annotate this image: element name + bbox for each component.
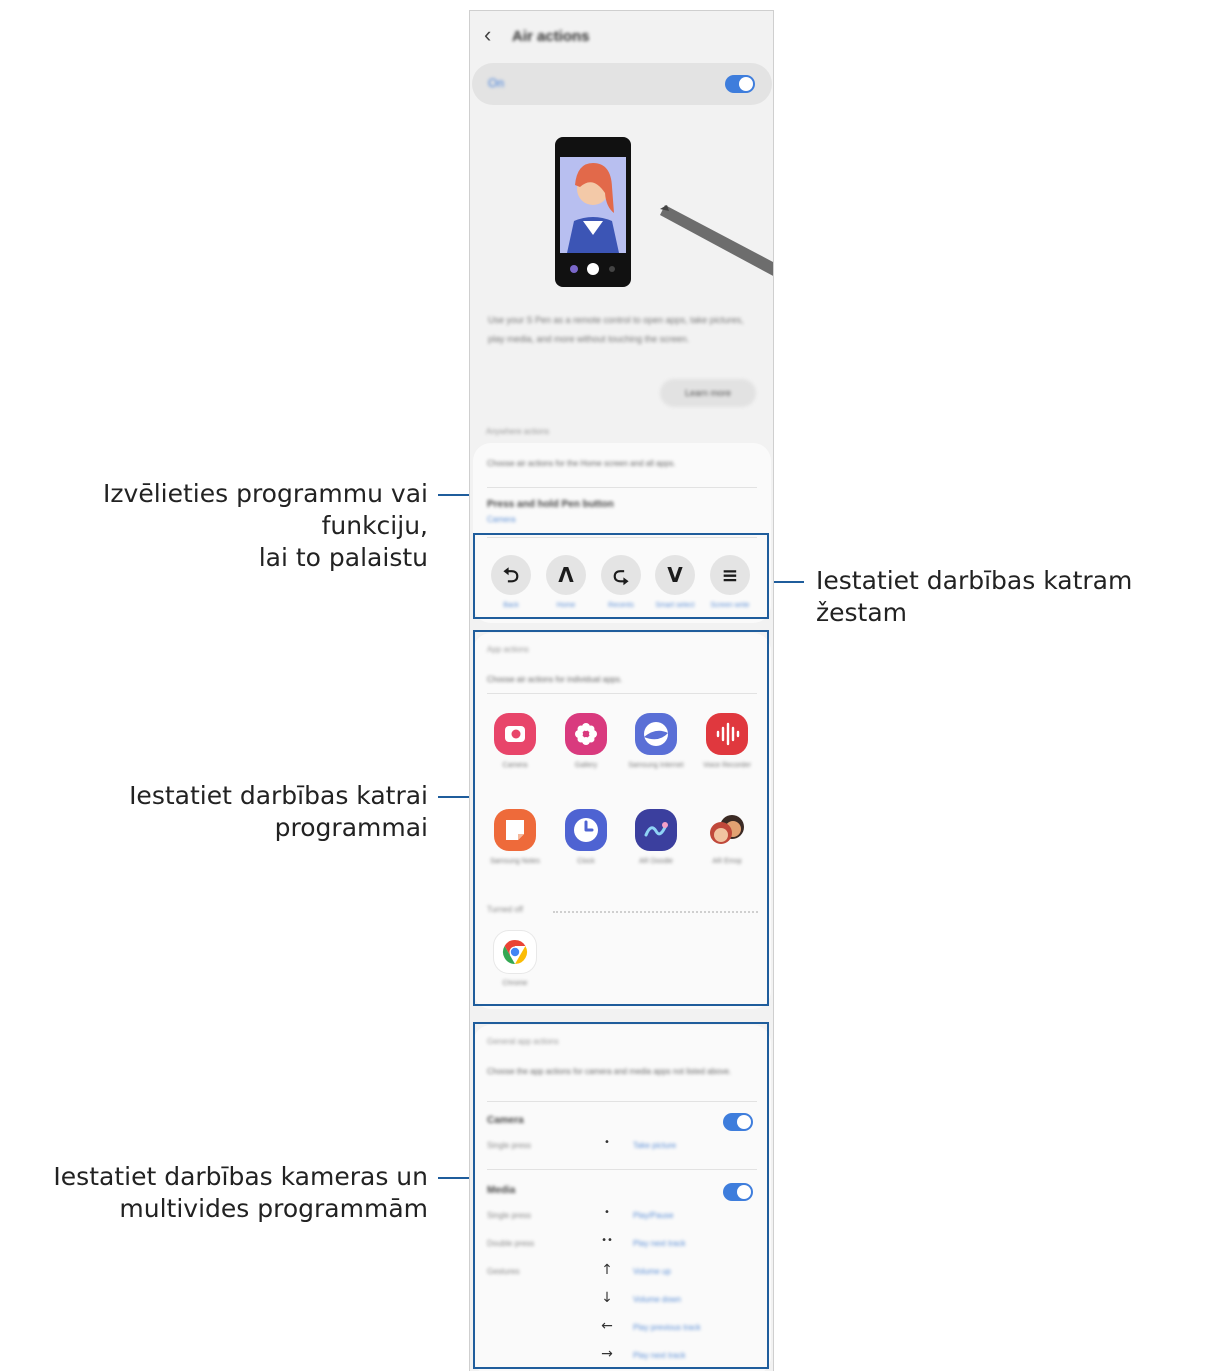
callout-gestures-line1: Iestatiet darbības katram žestam	[816, 566, 1133, 627]
learn-more-label: Learn more	[684, 388, 732, 398]
camera-row-action[interactable]: Take picture	[633, 1141, 676, 1150]
voice-recorder-app-icon[interactable]	[706, 713, 748, 755]
general-divider-1	[487, 1101, 757, 1102]
media-row-1-action[interactable]: Play/Pause	[633, 1211, 673, 1220]
samsung-notes-app-icon[interactable]	[494, 809, 536, 851]
anywhere-actions-header: Anywhere actions	[486, 427, 550, 436]
app-actions-header: App actions	[487, 645, 529, 654]
camera-toggle-switch[interactable]	[723, 1113, 753, 1131]
gallery-app-icon[interactable]	[565, 713, 607, 755]
media-row-5-symbol: ←	[601, 1318, 613, 1334]
media-row-6-symbol: →	[601, 1346, 613, 1362]
media-row-4-symbol: ↓	[601, 1290, 613, 1306]
media-row-3-action[interactable]: Volume up	[633, 1267, 671, 1276]
screen-write-gesture-icon[interactable]: ≡	[710, 555, 750, 595]
media-section-title: Media	[487, 1185, 516, 1196]
callout-camera-media: Iestatiet darbības kameras un multivides…	[0, 1161, 428, 1225]
anywhere-divider-2	[487, 537, 757, 538]
turned-off-divider	[553, 911, 758, 913]
turned-off-label: Turned off	[487, 905, 524, 914]
clock-app-icon[interactable]	[565, 809, 607, 851]
back-gesture-label: Back	[503, 602, 519, 609]
media-row-1-symbol: •	[604, 1207, 610, 1218]
callout-app-actions-line2: programmai	[274, 813, 428, 842]
app-actions-card: App actions Choose air actions for indiv…	[473, 633, 771, 1009]
press-hold-title: Press and hold Pen button	[487, 499, 614, 510]
general-divider-2	[487, 1169, 757, 1170]
callout-select-app-line1: Izvēlieties programmu vai funkciju,	[103, 479, 428, 540]
media-row-5-action[interactable]: Play previous track	[633, 1323, 701, 1332]
anywhere-divider-1	[487, 487, 757, 488]
press-hold-row[interactable]: Press and hold Pen button Camera	[487, 495, 757, 531]
recents-gesture-icon[interactable]: ⮎	[601, 555, 641, 595]
samsung-internet-app-icon[interactable]	[635, 713, 677, 755]
home-gesture-label: Home	[556, 602, 576, 609]
smart-select-gesture-label: Smart select	[655, 602, 695, 609]
smart-select-gesture-icon[interactable]: V	[655, 555, 695, 595]
general-app-actions-card: General app actions Choose the app actio…	[473, 1025, 771, 1371]
ar-emoji-app-icon[interactable]	[706, 809, 748, 851]
master-toggle-label: On	[488, 76, 505, 90]
app-actions-divider	[487, 693, 757, 694]
screen-write-gesture-label: Screen write	[710, 602, 750, 609]
camera-row-symbol: •	[604, 1137, 610, 1148]
general-subtitle: Choose the app actions for camera and me…	[487, 1067, 732, 1076]
callout-camera-media-line1: Iestatiet darbības kameras un	[53, 1162, 428, 1191]
ar-doodle-app-icon[interactable]	[635, 809, 677, 851]
back-arrow-icon[interactable]: ‹	[484, 23, 504, 47]
media-row-2-action[interactable]: Play next track	[633, 1239, 685, 1248]
media-row-6-action[interactable]: Play next track	[633, 1351, 685, 1360]
media-toggle-switch[interactable]	[723, 1183, 753, 1201]
ar-emoji-app-label: AR Emoji	[712, 858, 742, 865]
voice-recorder-app-label: Voice Recorder	[703, 762, 751, 769]
media-row-3-symbol: ↑	[601, 1262, 613, 1278]
top-app-bar: ‹ Air actions	[470, 11, 773, 61]
learn-more-button[interactable]: Learn more	[660, 379, 756, 407]
media-row-2-symbol: ••	[601, 1235, 613, 1246]
callout-select-app: Izvēlieties programmu vai funkciju, lai …	[0, 478, 428, 574]
chrome-app-label: Chrome	[502, 980, 528, 987]
camera-section-title: Camera	[487, 1115, 524, 1126]
master-toggle-switch[interactable]	[725, 75, 755, 93]
callout-gestures: Iestatiet darbības katram žestam	[816, 565, 1212, 629]
callout-app-actions: Iestatiet darbības katrai programmai	[0, 780, 428, 844]
camera-app-label: Camera	[502, 762, 528, 769]
gallery-app-label: Gallery	[574, 762, 598, 769]
callout-select-app-line2: lai to palaistu	[258, 543, 428, 572]
master-toggle-row[interactable]: On	[472, 63, 772, 105]
callout-app-actions-line1: Iestatiet darbības katrai	[129, 781, 428, 810]
back-gesture-icon[interactable]: ⮌	[491, 555, 531, 595]
media-row-4-action[interactable]: Volume down	[633, 1295, 681, 1304]
camera-row-label: Single press	[487, 1141, 532, 1150]
media-row-2-label: Double press	[487, 1239, 535, 1248]
app-actions-subtitle: Choose air actions for individual apps.	[487, 675, 623, 684]
callout-camera-media-line2: multivides programmām	[119, 1194, 428, 1223]
recents-gesture-label: Recents	[608, 602, 634, 609]
press-hold-value: Camera	[487, 515, 516, 524]
phone-screen: ‹ Air actions On Use your S Pen as a rem…	[469, 10, 774, 1371]
camera-app-icon[interactable]	[494, 713, 536, 755]
anywhere-actions-card: Choose air actions for the Home screen a…	[473, 443, 771, 623]
anywhere-subtitle: Choose air actions for the Home screen a…	[487, 459, 676, 468]
clock-app-label: Clock	[577, 858, 595, 865]
media-row-3-label: Gestures	[487, 1267, 520, 1276]
samsung-internet-app-label: Samsung Internet	[628, 762, 684, 769]
description-text: Use your S Pen as a remote control to op…	[488, 315, 744, 344]
samsung-notes-app-label: Samsung Notes	[490, 858, 540, 865]
page-title: Air actions	[512, 28, 590, 45]
callout-gestures-leader	[770, 581, 804, 583]
s-pen-illustration	[470, 121, 773, 301]
chrome-app-icon[interactable]	[494, 931, 536, 973]
ar-doodle-app-label: AR Doodle	[639, 858, 673, 865]
general-header: General app actions	[487, 1037, 559, 1046]
home-gesture-icon[interactable]: Λ	[546, 555, 586, 595]
media-row-1-label: Single press	[487, 1211, 532, 1220]
